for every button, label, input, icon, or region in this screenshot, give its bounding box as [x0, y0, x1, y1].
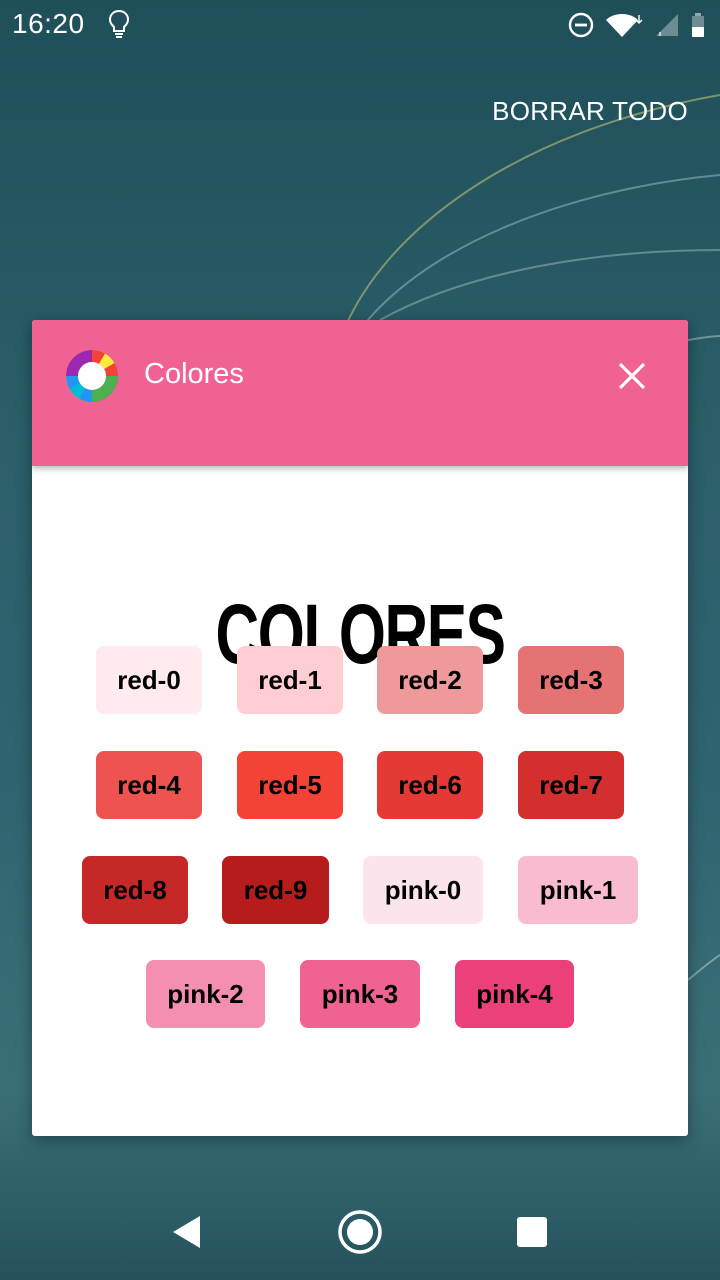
color-chip-pink-3[interactable]: pink-3: [300, 960, 420, 1028]
navigation-bar: [0, 1184, 720, 1280]
app-content: COLORES red-0 red-1 red-2 red-3 red-4 red-5 re…: [32, 466, 688, 1136]
color-chip-red-0[interactable]: red-0: [96, 646, 202, 714]
color-chip-red-9[interactable]: red-9: [222, 856, 329, 924]
status-icons: [568, 10, 706, 40]
color-chip-red-4[interactable]: red-4: [96, 751, 202, 819]
color-chip-pink-1[interactable]: pink-1: [518, 856, 638, 924]
back-icon[interactable]: [170, 1214, 204, 1250]
clear-all-button[interactable]: BORRAR TODO: [492, 96, 688, 127]
do-not-disturb-icon: [568, 12, 594, 38]
color-chip-red-2[interactable]: red-2: [377, 646, 483, 714]
color-chip-pink-4[interactable]: pink-4: [455, 960, 574, 1028]
app-title: Colores: [144, 358, 244, 390]
battery-icon: [692, 13, 704, 37]
color-chip-red-3[interactable]: red-3: [518, 646, 624, 714]
color-chip-red-7[interactable]: red-7: [518, 751, 624, 819]
color-chip-red-8[interactable]: red-8: [82, 856, 188, 924]
color-chip-red-5[interactable]: red-5: [237, 751, 343, 819]
status-bar: 16:20: [0, 0, 720, 48]
color-wheel-icon: [66, 350, 118, 402]
task-card-header: Colores: [32, 320, 688, 466]
lightbulb-icon: [108, 9, 130, 38]
recent-task-card[interactable]: Colores COLORES red-0 red-1 red-2 red-3 red-…: [32, 320, 688, 1136]
color-chip-pink-0[interactable]: pink-0: [363, 856, 483, 924]
signal-icon: [656, 14, 678, 36]
status-time: 16:20: [12, 8, 85, 39]
recents-icon[interactable]: [516, 1216, 548, 1248]
color-chip-red-1[interactable]: red-1: [237, 646, 343, 714]
wifi-icon: [606, 14, 643, 37]
color-chip-pink-2[interactable]: pink-2: [146, 960, 265, 1028]
close-icon[interactable]: [610, 354, 654, 398]
home-icon[interactable]: [336, 1208, 384, 1256]
color-chip-red-6[interactable]: red-6: [377, 751, 483, 819]
